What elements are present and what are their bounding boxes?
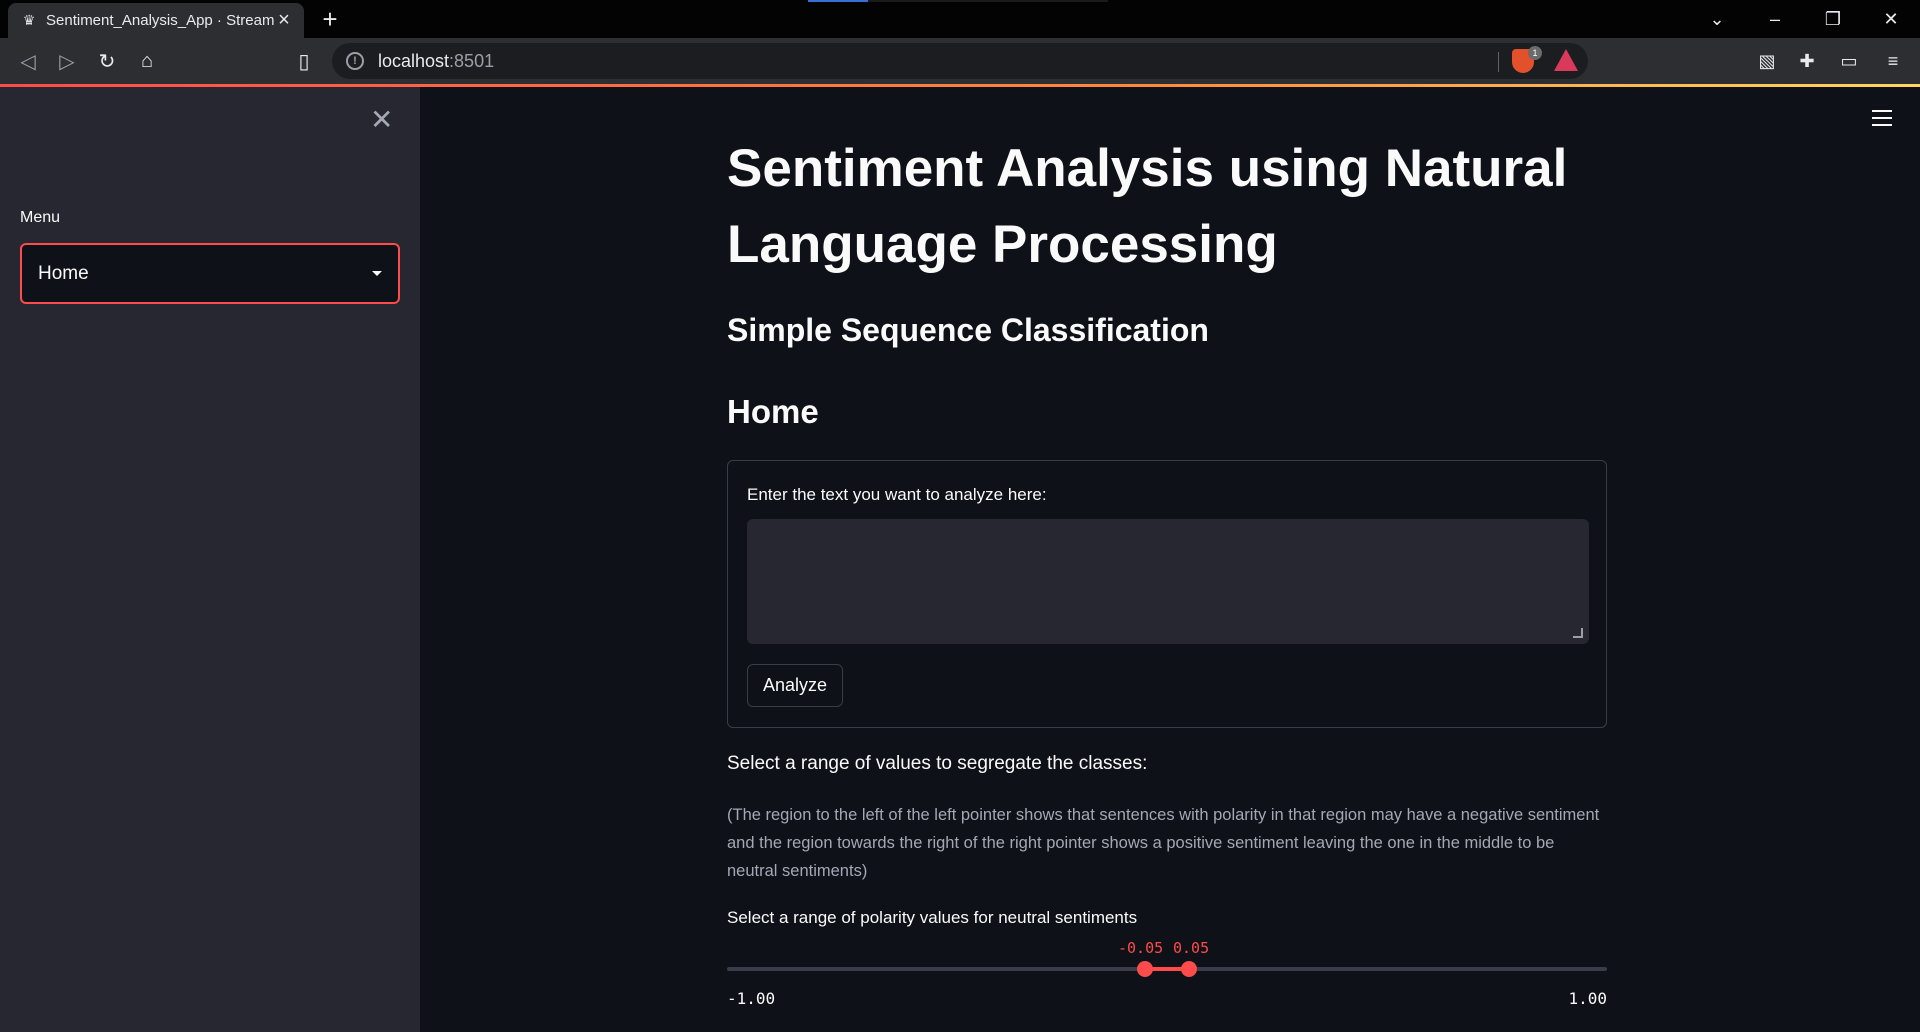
close-sidebar-icon[interactable]: ✕ <box>370 103 393 136</box>
home-icon[interactable]: ⌂ <box>132 46 162 76</box>
menu-select-value: Home <box>38 262 89 284</box>
browser-tabbar: ♛ Sentiment_Analysis_App · Streamlit × +… <box>0 0 1920 38</box>
restore-icon[interactable]: ❐ <box>1804 9 1862 30</box>
url-text: localhost:8501 <box>378 51 494 72</box>
app-menu-icon[interactable] <box>1872 110 1892 131</box>
window-controls: ⌄ – ❐ ✕ <box>1688 0 1920 38</box>
page-title: Sentiment Analysis using Natural Languag… <box>727 139 1568 274</box>
menu-label: Menu <box>20 209 61 226</box>
brave-shield-badge: 1 <box>1528 46 1542 60</box>
resize-handle-icon[interactable] <box>1573 628 1583 638</box>
close-tab-icon[interactable]: × <box>274 9 294 32</box>
page-subtitle: Simple Sequence Classification <box>727 312 1209 348</box>
section-heading: Home <box>727 393 819 430</box>
extensions-puzzle-icon[interactable]: ✚ <box>1792 46 1822 76</box>
brave-rewards-icon[interactable] <box>1554 49 1578 71</box>
tab-title: Sentiment_Analysis_App · Streamlit <box>46 12 274 29</box>
menu-select[interactable]: Home <box>20 243 400 304</box>
slider-thumb-low[interactable] <box>1137 961 1153 977</box>
minimize-icon[interactable]: – <box>1746 9 1804 30</box>
slider-high-value: 0.05 <box>1173 939 1210 957</box>
url-port: :8501 <box>449 50 495 71</box>
extension-icon[interactable]: ▧ <box>1752 46 1782 76</box>
sidebar: ✕ Menu Home <box>0 87 420 1032</box>
wallet-icon[interactable]: ▭ <box>1834 46 1864 76</box>
slider-thumb-high[interactable] <box>1181 961 1197 977</box>
bookmark-icon[interactable]: ▯ <box>289 46 319 76</box>
address-separator <box>1498 52 1499 72</box>
slider-low-value: -0.05 <box>1118 939 1164 957</box>
slider-max-label: 1.00 <box>1568 989 1607 1008</box>
analyze-form: Enter the text you want to analyze here:… <box>727 460 1607 728</box>
slider-min-label: -1.00 <box>727 989 776 1008</box>
site-info-icon[interactable]: ! <box>346 52 364 70</box>
tab-strip-indicator <box>808 0 1108 2</box>
url-host: localhost <box>378 50 450 71</box>
reload-icon[interactable]: ↻ <box>92 46 122 76</box>
back-icon[interactable]: ◁ <box>13 46 43 76</box>
range-heading: Select a range of values to segregate th… <box>727 753 1148 774</box>
close-window-icon[interactable]: ✕ <box>1862 9 1920 30</box>
forward-icon[interactable]: ▷ <box>52 46 82 76</box>
slider-label: Select a range of polarity values for ne… <box>727 908 1138 927</box>
analyze-button[interactable]: Analyze <box>747 664 843 707</box>
new-tab-icon[interactable]: + <box>316 4 344 35</box>
tab-search-icon[interactable]: ⌄ <box>1688 9 1746 30</box>
browser-toolbar: ◁ ▷ ↻ ⌂ ▯ ! localhost:8501 1 ▧ ✚ ▭ ≡ <box>0 38 1920 84</box>
browser-tab[interactable]: ♛ Sentiment_Analysis_App · Streamlit × <box>8 3 304 38</box>
text-input-label: Enter the text you want to analyze here: <box>747 485 1047 504</box>
caret-down-icon <box>372 271 382 276</box>
streamlit-crown-icon: ♛ <box>22 12 36 28</box>
address-bar[interactable]: ! localhost:8501 1 <box>332 43 1588 79</box>
range-help-text: (The region to the left of the left poin… <box>727 806 1600 880</box>
browser-menu-icon[interactable]: ≡ <box>1878 46 1908 76</box>
text-input[interactable] <box>747 519 1589 644</box>
